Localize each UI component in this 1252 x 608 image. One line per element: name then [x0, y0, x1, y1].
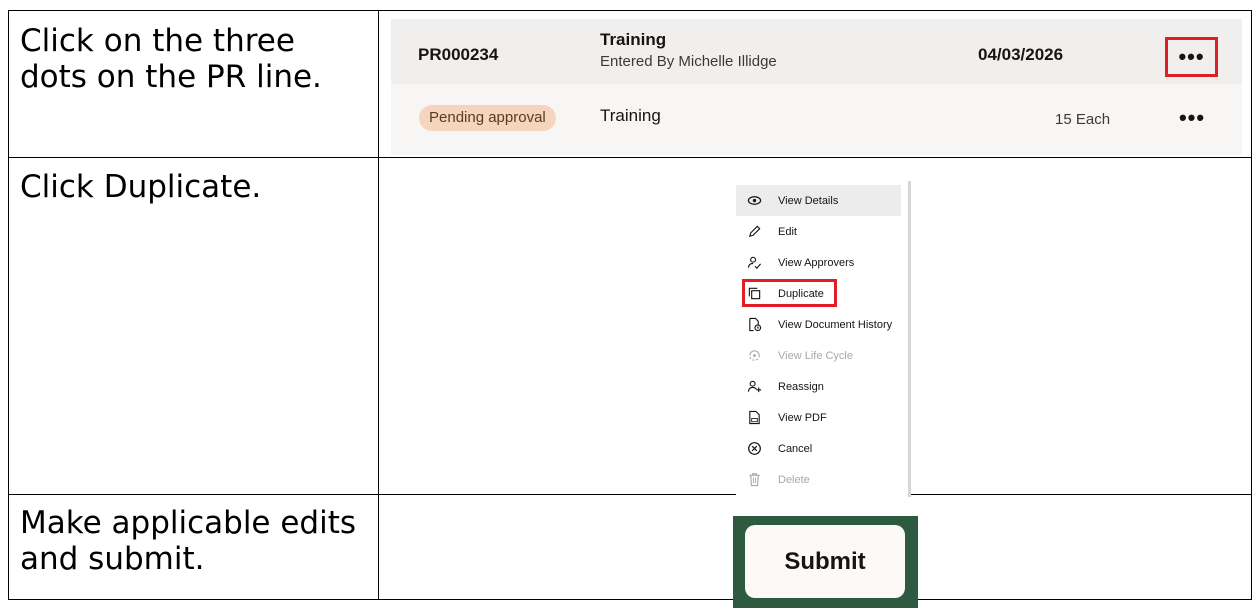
- menu-item-label: View Document History: [778, 318, 893, 331]
- menu-item-view-life-cycle: View Life Cycle: [736, 340, 901, 371]
- pr-line-screenshot: PR000234 Training Entered By Michelle Il…: [391, 19, 1242, 155]
- menu-item-label: View Life Cycle: [778, 349, 853, 362]
- menu-item-label: View Details: [778, 194, 839, 207]
- pr-actions-button-highlighted[interactable]: •••: [1165, 37, 1218, 77]
- submit-button[interactable]: Submit: [745, 525, 905, 598]
- more-icon: •••: [1178, 105, 1206, 130]
- pr-number[interactable]: PR000234: [418, 45, 498, 65]
- pdf-icon: [749, 410, 760, 425]
- pr-line-quantity: 15 Each: [1055, 111, 1111, 128]
- menu-item-delete: Delete: [736, 464, 901, 495]
- row-divider: [9, 157, 1251, 158]
- user-add-icon: [747, 380, 762, 393]
- user-check-icon: [747, 256, 762, 269]
- menu-item-label: Reassign: [778, 380, 824, 393]
- step-1-instruction: Click on the three dots on the PR line.: [20, 23, 322, 95]
- step-3-instruction: Make applicable edits and submit.: [20, 505, 357, 577]
- eye-icon: [747, 196, 762, 205]
- actions-menu-screenshot: View Details Edit View Approvers Duplica…: [736, 181, 911, 497]
- status-badge: Pending approval: [419, 105, 556, 131]
- menu-item-label: View Approvers: [778, 256, 855, 269]
- menu-item-cancel[interactable]: Cancel: [736, 433, 901, 464]
- cancel-circle-icon: [748, 442, 761, 455]
- instructions-table: Click on the three dots on the PR line. …: [8, 10, 1252, 608]
- trash-icon: [749, 473, 760, 487]
- menu-item-view-document-history[interactable]: View Document History: [736, 309, 901, 340]
- row-divider: [9, 494, 1251, 495]
- menu-item-view-details[interactable]: View Details: [736, 185, 901, 216]
- pr-entered-by: Entered By Michelle Illidge: [600, 53, 777, 70]
- more-icon: •••: [1178, 44, 1205, 69]
- menu-item-view-pdf[interactable]: View PDF: [736, 402, 901, 433]
- menu-item-label: Cancel: [778, 442, 813, 455]
- pr-date: 04/03/2026: [978, 45, 1064, 64]
- menu-item-label: Delete: [778, 473, 810, 486]
- submit-screenshot: Submit: [733, 516, 918, 608]
- pencil-icon: [748, 225, 761, 238]
- line-actions-button[interactable]: •••: [1177, 103, 1207, 133]
- column-divider: [378, 11, 379, 599]
- menu-item-reassign[interactable]: Reassign: [736, 371, 901, 402]
- lifecycle-icon: [749, 350, 760, 361]
- pr-title: Training: [600, 30, 667, 49]
- pr-header-row: [391, 19, 1242, 84]
- menu-item-view-approvers[interactable]: View Approvers: [736, 247, 901, 278]
- menu-item-label: Edit: [778, 225, 797, 238]
- document-history-icon: [749, 317, 762, 332]
- menu-item-edit[interactable]: Edit: [736, 216, 901, 247]
- duplicate-highlight-box: [742, 279, 837, 307]
- pr-line-category: Training: [600, 106, 661, 125]
- menu-item-label: View PDF: [778, 411, 827, 424]
- step-2-instruction: Click Duplicate.: [20, 169, 262, 205]
